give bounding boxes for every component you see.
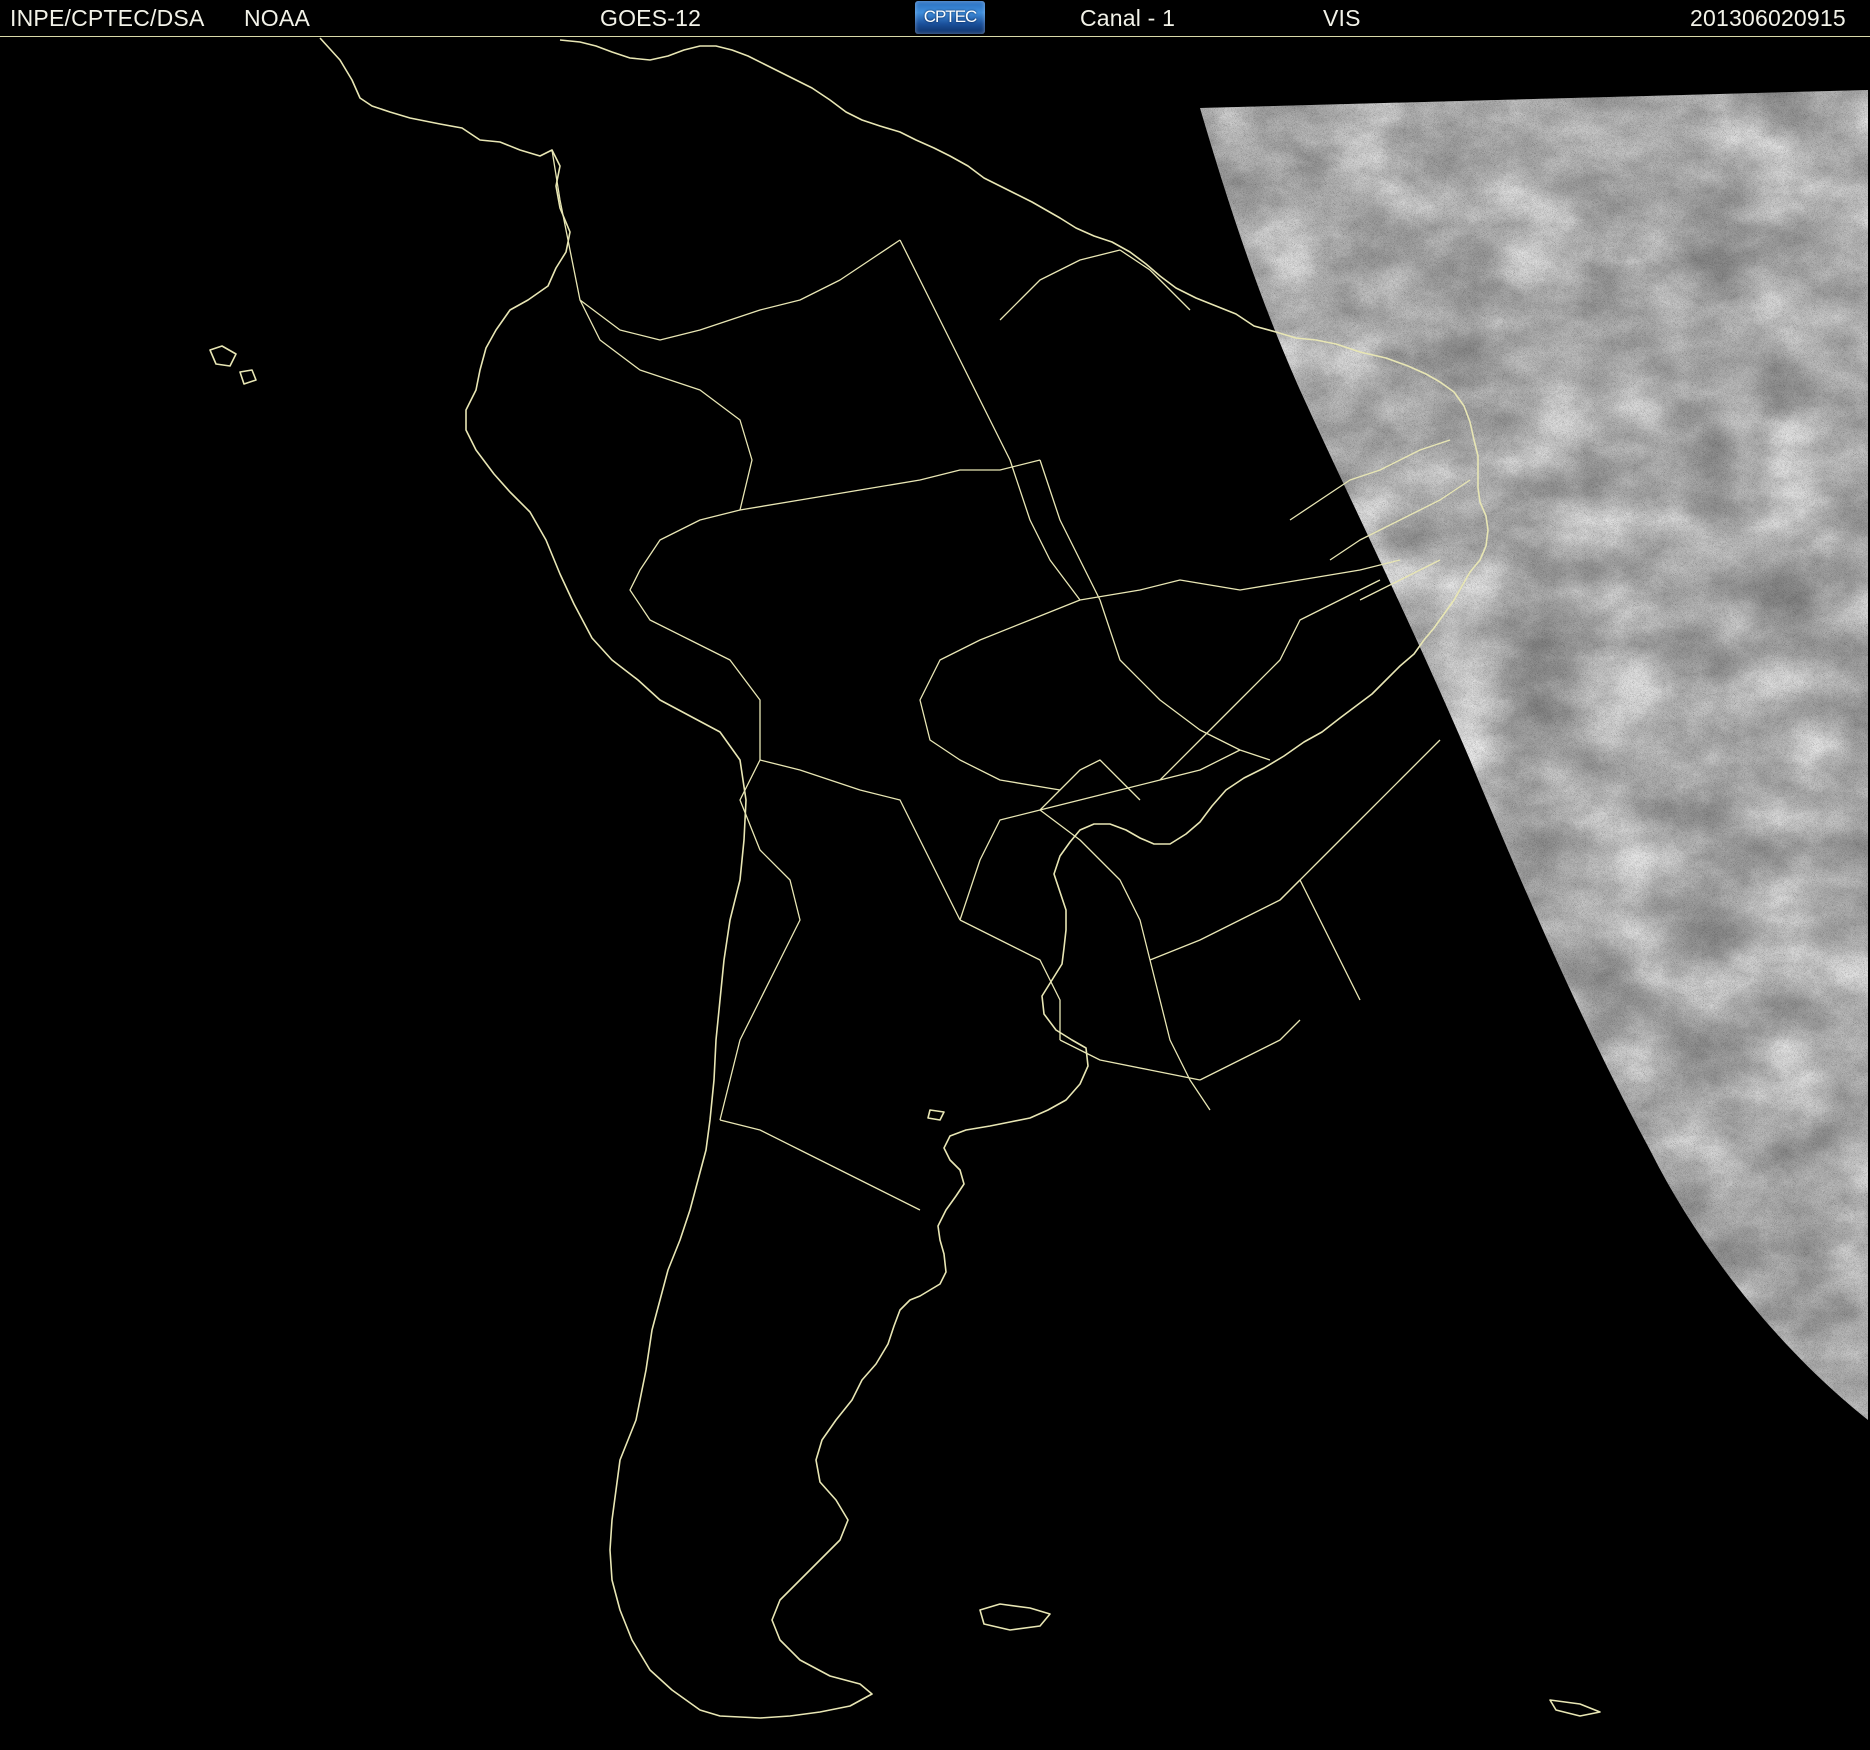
channel-label: Canal - 1 bbox=[1080, 5, 1176, 31]
satellite-label: GOES-12 bbox=[600, 5, 702, 31]
cloud-imagery bbox=[1200, 90, 1868, 1420]
satellite-map bbox=[0, 37, 1870, 1750]
agency-label: NOAA bbox=[244, 5, 310, 31]
title-bar: INPE/CPTEC/DSA NOAA GOES-12 CPTEC Canal … bbox=[0, 0, 1870, 37]
source-label: INPE/CPTEC/DSA bbox=[10, 5, 205, 31]
band-label: VIS bbox=[1323, 5, 1361, 31]
map-svg bbox=[209, 37, 1868, 1719]
timestamp-label: 201306020915 bbox=[1690, 5, 1846, 31]
cptec-logo: CPTEC bbox=[915, 1, 985, 34]
